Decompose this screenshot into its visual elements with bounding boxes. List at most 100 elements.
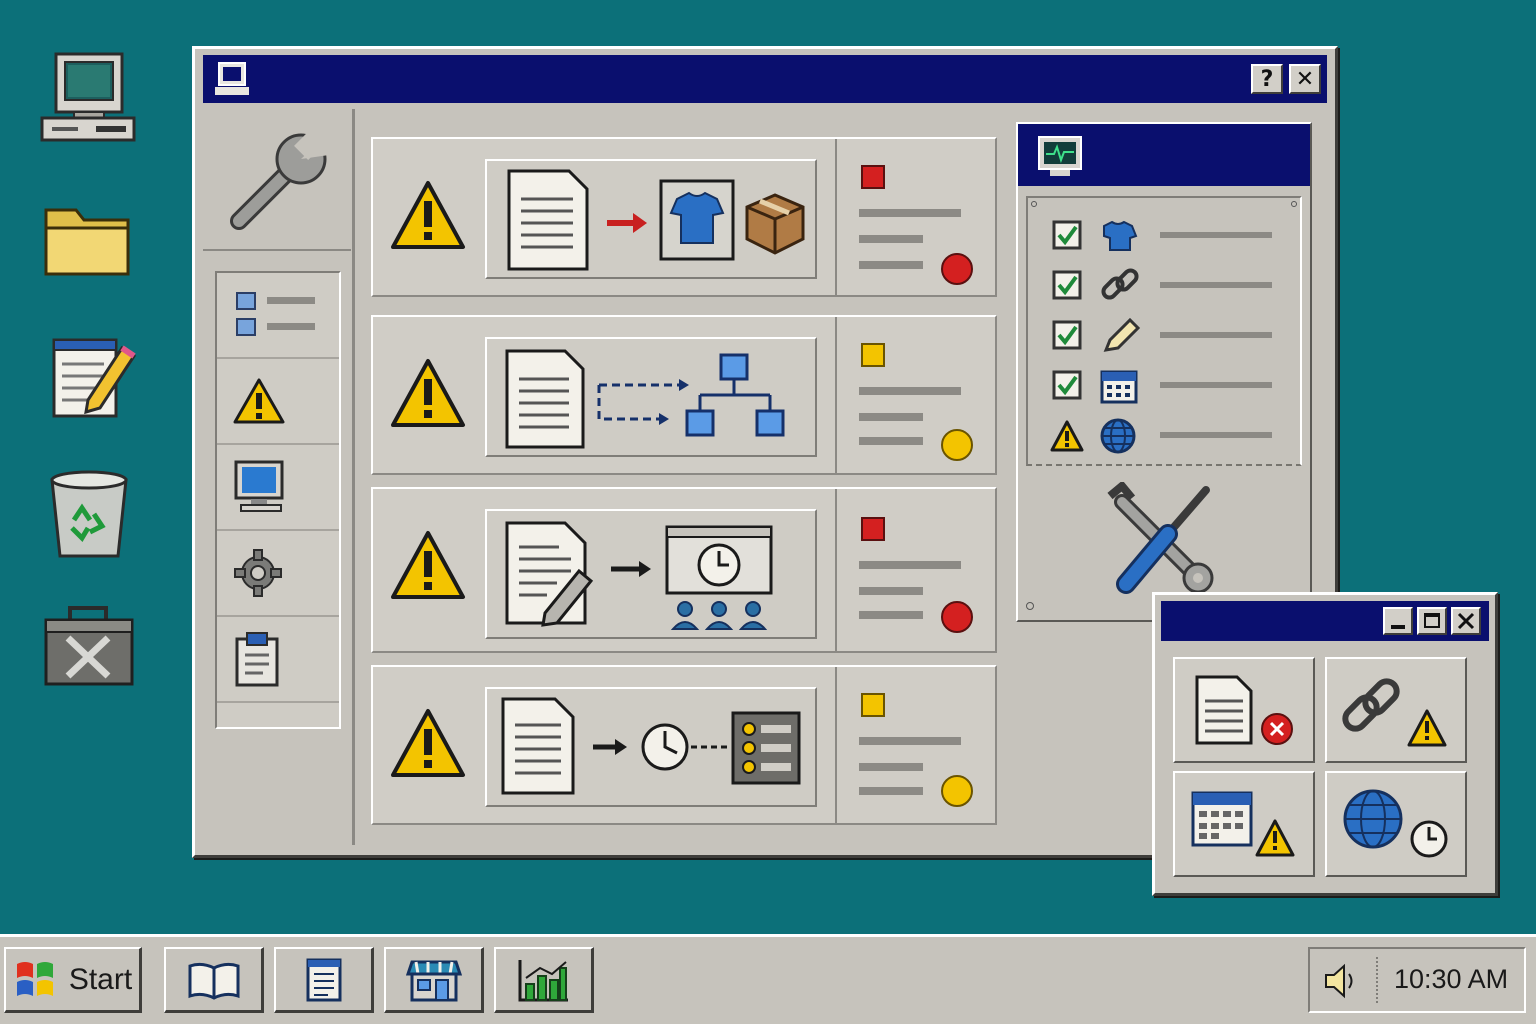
monitor-icon [234,460,284,512]
timer-icon [641,723,689,771]
sidebar-header [203,109,351,251]
checklist [1026,196,1302,466]
notepad-icon [306,958,341,1001]
status-dot [941,601,973,633]
checklist-item[interactable] [1050,416,1290,456]
status-indicator [861,165,885,189]
status-indicator [861,693,885,717]
taskbar-app-chart[interactable] [494,947,594,1013]
calendar-icon [1191,791,1253,847]
checklist-item[interactable] [1050,316,1290,356]
system-tray: 10:30 AM [1308,947,1526,1013]
main-titlebar[interactable]: ? ✕ [203,55,1327,103]
sidebar-item-warning[interactable] [217,359,339,445]
wrench-icon [225,125,335,235]
edit-document-icon [505,521,594,627]
status-dot [941,429,973,461]
checklist-item[interactable] [1050,266,1290,306]
warning-icon [389,179,467,251]
status-dot [941,775,973,807]
close-button[interactable]: ✕ [1289,64,1321,94]
toolbox-icon[interactable] [38,602,138,702]
start-label: Start [68,962,133,996]
task-flow [485,509,817,639]
start-button[interactable]: Start [4,947,142,1013]
alerts-window [1152,592,1498,896]
status-indicator [861,343,885,367]
task-flow [485,159,817,279]
gear-icon [234,549,282,597]
status-indicator [861,517,885,541]
clock-icon [1410,820,1448,858]
document-icon [507,169,589,271]
computer-icon [213,61,253,97]
task-flow [485,687,817,807]
taskbar-app-book[interactable] [164,947,264,1013]
sidebar [203,109,355,845]
book-icon [188,962,239,1000]
taskbar-app-store[interactable] [384,947,484,1013]
shirt-icon [1103,220,1138,251]
sidebar-menu [215,271,341,729]
sidebar-item-monitor[interactable] [217,445,339,531]
my-computer-icon[interactable] [38,48,138,148]
task-status [835,489,995,651]
warning-icon [233,378,285,424]
warning-icon [389,529,467,601]
status-dot [941,253,973,285]
warning-icon [389,707,467,779]
task-flow [485,337,817,457]
globe-icon [1343,789,1403,849]
maximize-button[interactable] [1417,607,1447,635]
task-row[interactable] [371,315,997,475]
windows-logo-icon [16,961,53,996]
taskbar: Start 10:30 AM [0,934,1536,1024]
pencil-icon [1103,317,1141,352]
checkbox-checked [1052,320,1082,350]
checklist-item[interactable] [1050,216,1290,256]
checkbox-checked [1052,270,1082,300]
task-list-icon [731,711,801,785]
globe-icon [1100,418,1136,454]
task-row[interactable] [371,487,997,653]
checklist-item[interactable] [1050,366,1290,406]
document-icon [501,697,575,795]
scheduled-meeting-icon [665,525,773,630]
link-icon [1101,268,1139,300]
alert-tile-globe-clock[interactable] [1325,771,1467,877]
monitor-panel [1016,122,1312,622]
clipboard-icon [235,632,279,687]
checkbox-checked [1052,220,1082,250]
sidebar-item-clipboard[interactable] [217,617,339,703]
warning-icon [389,357,467,429]
taskbar-app-notepad[interactable] [274,947,374,1013]
help-button[interactable]: ? [1251,64,1283,94]
task-status [835,667,995,823]
alert-tile-document-error[interactable] [1173,657,1315,763]
list-icon [236,292,315,336]
alerts-titlebar[interactable] [1161,601,1489,641]
notepad-pencil-icon[interactable] [38,330,138,430]
task-row[interactable] [371,665,997,825]
monitor-panel-titlebar[interactable] [1018,124,1310,186]
alert-tile-link-warning[interactable] [1325,657,1467,763]
clock[interactable]: 10:30 AM [1394,964,1508,995]
tools-icon [1102,482,1222,602]
sidebar-item-list[interactable] [217,273,339,359]
task-row[interactable] [371,137,997,297]
system-monitor-icon [1036,134,1084,180]
volume-icon[interactable] [1322,961,1362,1001]
close-button[interactable] [1451,607,1481,635]
minimize-button[interactable] [1383,607,1413,635]
folder-icon[interactable] [38,196,138,296]
chart-icon [518,959,568,1001]
recycle-bin-icon[interactable] [38,462,138,562]
package-icon [745,193,805,255]
sidebar-item-settings[interactable] [217,531,339,617]
task-status [835,139,995,295]
checkbox-checked [1052,370,1082,400]
task-status [835,317,995,473]
calendar-icon [1100,370,1138,404]
document-icon [505,349,585,449]
alert-tile-calendar-warning[interactable] [1173,771,1315,877]
